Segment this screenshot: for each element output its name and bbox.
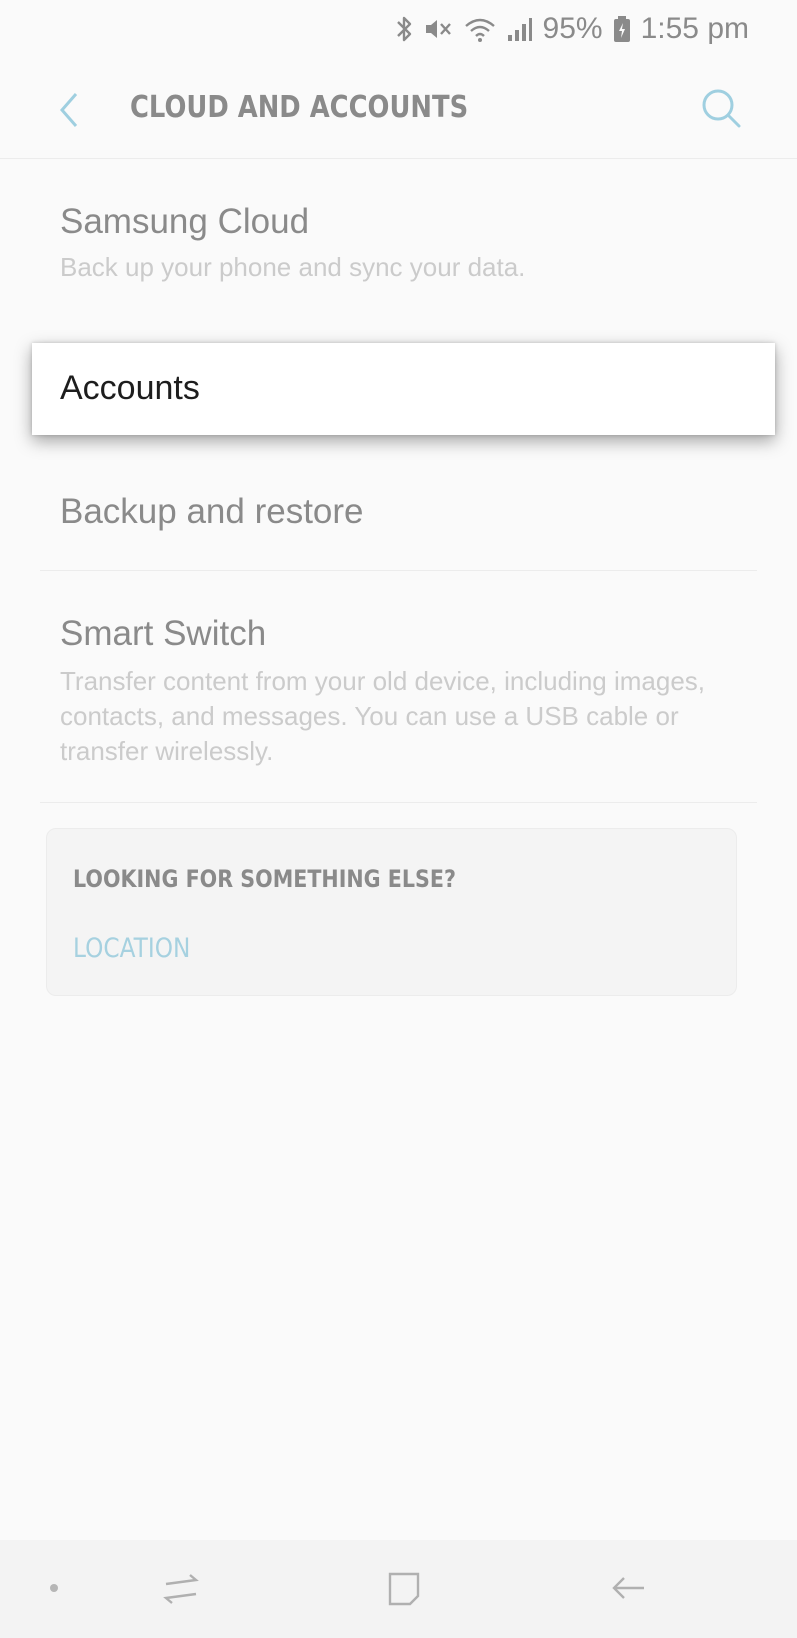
item-title: Smart Switch — [60, 614, 267, 653]
back-button[interactable] — [50, 88, 90, 132]
signal-icon — [507, 15, 533, 43]
suggestion-link-location[interactable]: LOCATION — [73, 933, 190, 964]
item-title: Samsung Cloud — [60, 202, 310, 241]
item-title: Backup and restore — [60, 492, 364, 531]
recent-apps-icon — [163, 1574, 199, 1604]
nav-back-button[interactable] — [608, 1566, 650, 1610]
back-icon — [60, 93, 78, 127]
list-item-smart-switch[interactable]: Smart Switch Transfer content from your … — [0, 600, 797, 800]
divider — [40, 802, 757, 803]
search-icon — [702, 89, 741, 128]
nav-back-icon — [612, 1577, 644, 1599]
status-bar: 95% 1:55 pm — [0, 0, 797, 58]
battery-percentage: 95% — [542, 12, 603, 45]
item-description: Back up your phone and sync your data. — [60, 252, 526, 282]
nav-dot-indicator — [50, 1584, 58, 1592]
divider — [40, 570, 757, 571]
item-title: Accounts — [60, 369, 200, 407]
suggestions-heading: LOOKING FOR SOMETHING ELSE? — [73, 865, 456, 893]
search-button[interactable] — [697, 84, 747, 134]
status-time: 1:55 pm — [640, 12, 749, 45]
item-description: Transfer content from your old device, i… — [60, 666, 706, 766]
wifi-icon — [463, 15, 497, 43]
mute-icon — [423, 15, 453, 43]
page-title: CLOUD AND ACCOUNTS — [130, 90, 469, 125]
list-item-backup-and-restore[interactable]: Backup and restore — [0, 470, 797, 570]
home-button[interactable] — [382, 1566, 426, 1610]
app-bar: CLOUD AND ACCOUNTS — [0, 62, 797, 159]
home-icon — [388, 1572, 420, 1606]
list-item-accounts[interactable]: Accounts — [32, 343, 775, 435]
list-item-samsung-cloud[interactable]: Samsung Cloud Back up your phone and syn… — [0, 190, 797, 320]
recent-apps-button[interactable] — [160, 1566, 202, 1610]
navigation-bar — [0, 1540, 797, 1638]
bluetooth-icon — [395, 15, 413, 43]
battery-icon — [613, 15, 631, 43]
suggestions-card: LOOKING FOR SOMETHING ELSE? LOCATION — [46, 828, 737, 996]
settings-screen: 95% 1:55 pm CLOUD AND ACCOUNTS Samsung C… — [0, 0, 797, 1638]
